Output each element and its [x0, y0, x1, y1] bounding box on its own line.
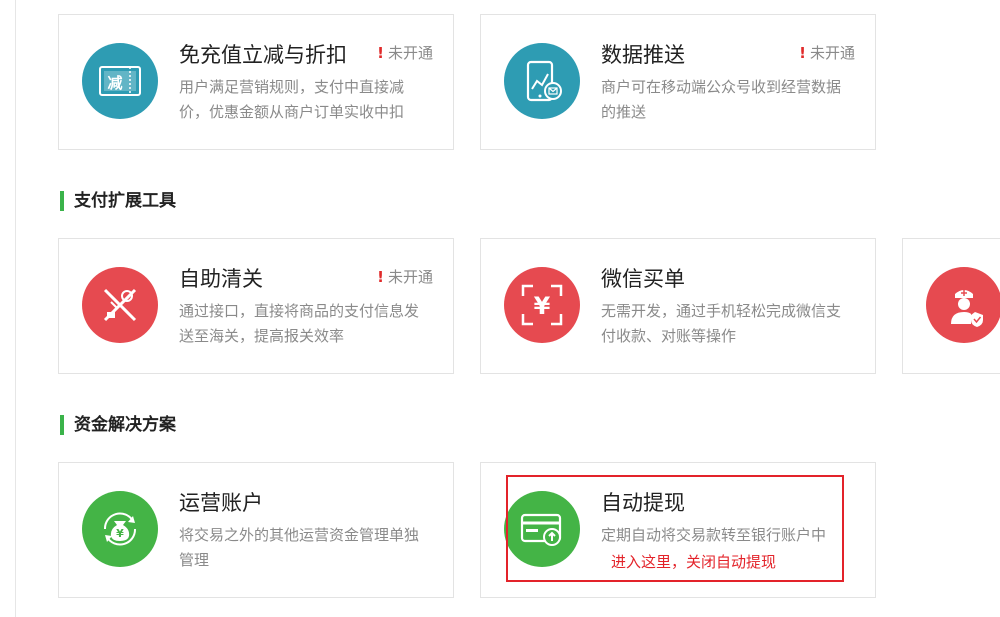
card-title: 免充值立减与折扣: [179, 43, 347, 67]
status-not-activated: ! 未开通: [377, 268, 433, 286]
card-description: 通过接口，直接将商品的支付信息发送至海关，提高报关效率: [179, 302, 420, 345]
money-bag-icon-glyph: ¥: [116, 527, 124, 540]
card-title: 数据推送: [601, 43, 685, 67]
section-title-payment-tools: 支付扩展工具: [60, 191, 176, 211]
card-withdraw-icon: [504, 491, 580, 567]
card-description: 商户可在移动端公众号收到经营数据的推送: [601, 78, 842, 121]
card-title: 自动提现: [601, 491, 685, 515]
card-zizhuqingguan[interactable]: 自助清关 ! 未开通 通过接口，直接将商品的支付信息发送至海关，提高报关效率: [58, 238, 454, 374]
scan-pay-icon: ¥: [504, 267, 580, 343]
left-divider: [15, 0, 16, 617]
card-description: 将交易之外的其他运营资金管理单独管理: [179, 526, 420, 569]
discount-icon-glyph: 减: [107, 74, 122, 92]
card-zidongtixian[interactable]: 自动提现 定期自动将交易款转至银行账户中: [480, 462, 876, 598]
card-description: 无需开发，通过手机轻松完成微信支付收款、对账等操作: [601, 302, 842, 345]
alert-icon: !: [377, 44, 384, 62]
card-description: 用户满足营销规则，支付中直接减价，优惠金额从商户订单实收中扣: [179, 78, 405, 121]
card-partial-third[interactable]: [902, 238, 1000, 374]
card-title: 微信买单: [601, 267, 685, 291]
alert-icon: !: [799, 44, 806, 62]
alert-icon: !: [377, 268, 384, 286]
card-shujutuisong[interactable]: 数据推送 ! 未开通 商户可在移动端公众号收到经营数据的推送: [480, 14, 876, 150]
card-description: 定期自动将交易款转至银行账户中: [601, 526, 827, 544]
card-mianchongzhi[interactable]: 减 免充值立减与折扣 ! 未开通 用户满足营销规则，支付中直接减价，优惠金额从商户…: [58, 14, 454, 150]
card-title: 自助清关: [179, 267, 263, 291]
money-bag-cycle-icon: ¥: [82, 491, 158, 567]
nurse-shield-icon: [926, 267, 1000, 343]
status-not-activated: ! 未开通: [799, 44, 855, 62]
card-yunyingzhanghu[interactable]: ¥ 运营账户 将交易之外的其他运营资金管理单独管理: [58, 462, 454, 598]
mobile-chart-icon: [504, 43, 580, 119]
discount-coupon-icon: 减: [82, 43, 158, 119]
customs-clearance-icon: [82, 267, 158, 343]
annotation-text: 进入这里，关闭自动提现: [611, 553, 777, 571]
card-title: 运营账户: [179, 491, 263, 515]
section-title-fund-solutions: 资金解决方案: [60, 415, 176, 435]
status-not-activated: ! 未开通: [377, 44, 433, 62]
card-weixinmaidan[interactable]: ¥ 微信买单 无需开发，通过手机轻松完成微信支付收款、对账等操作: [480, 238, 876, 374]
scan-pay-icon-glyph: ¥: [534, 292, 551, 320]
